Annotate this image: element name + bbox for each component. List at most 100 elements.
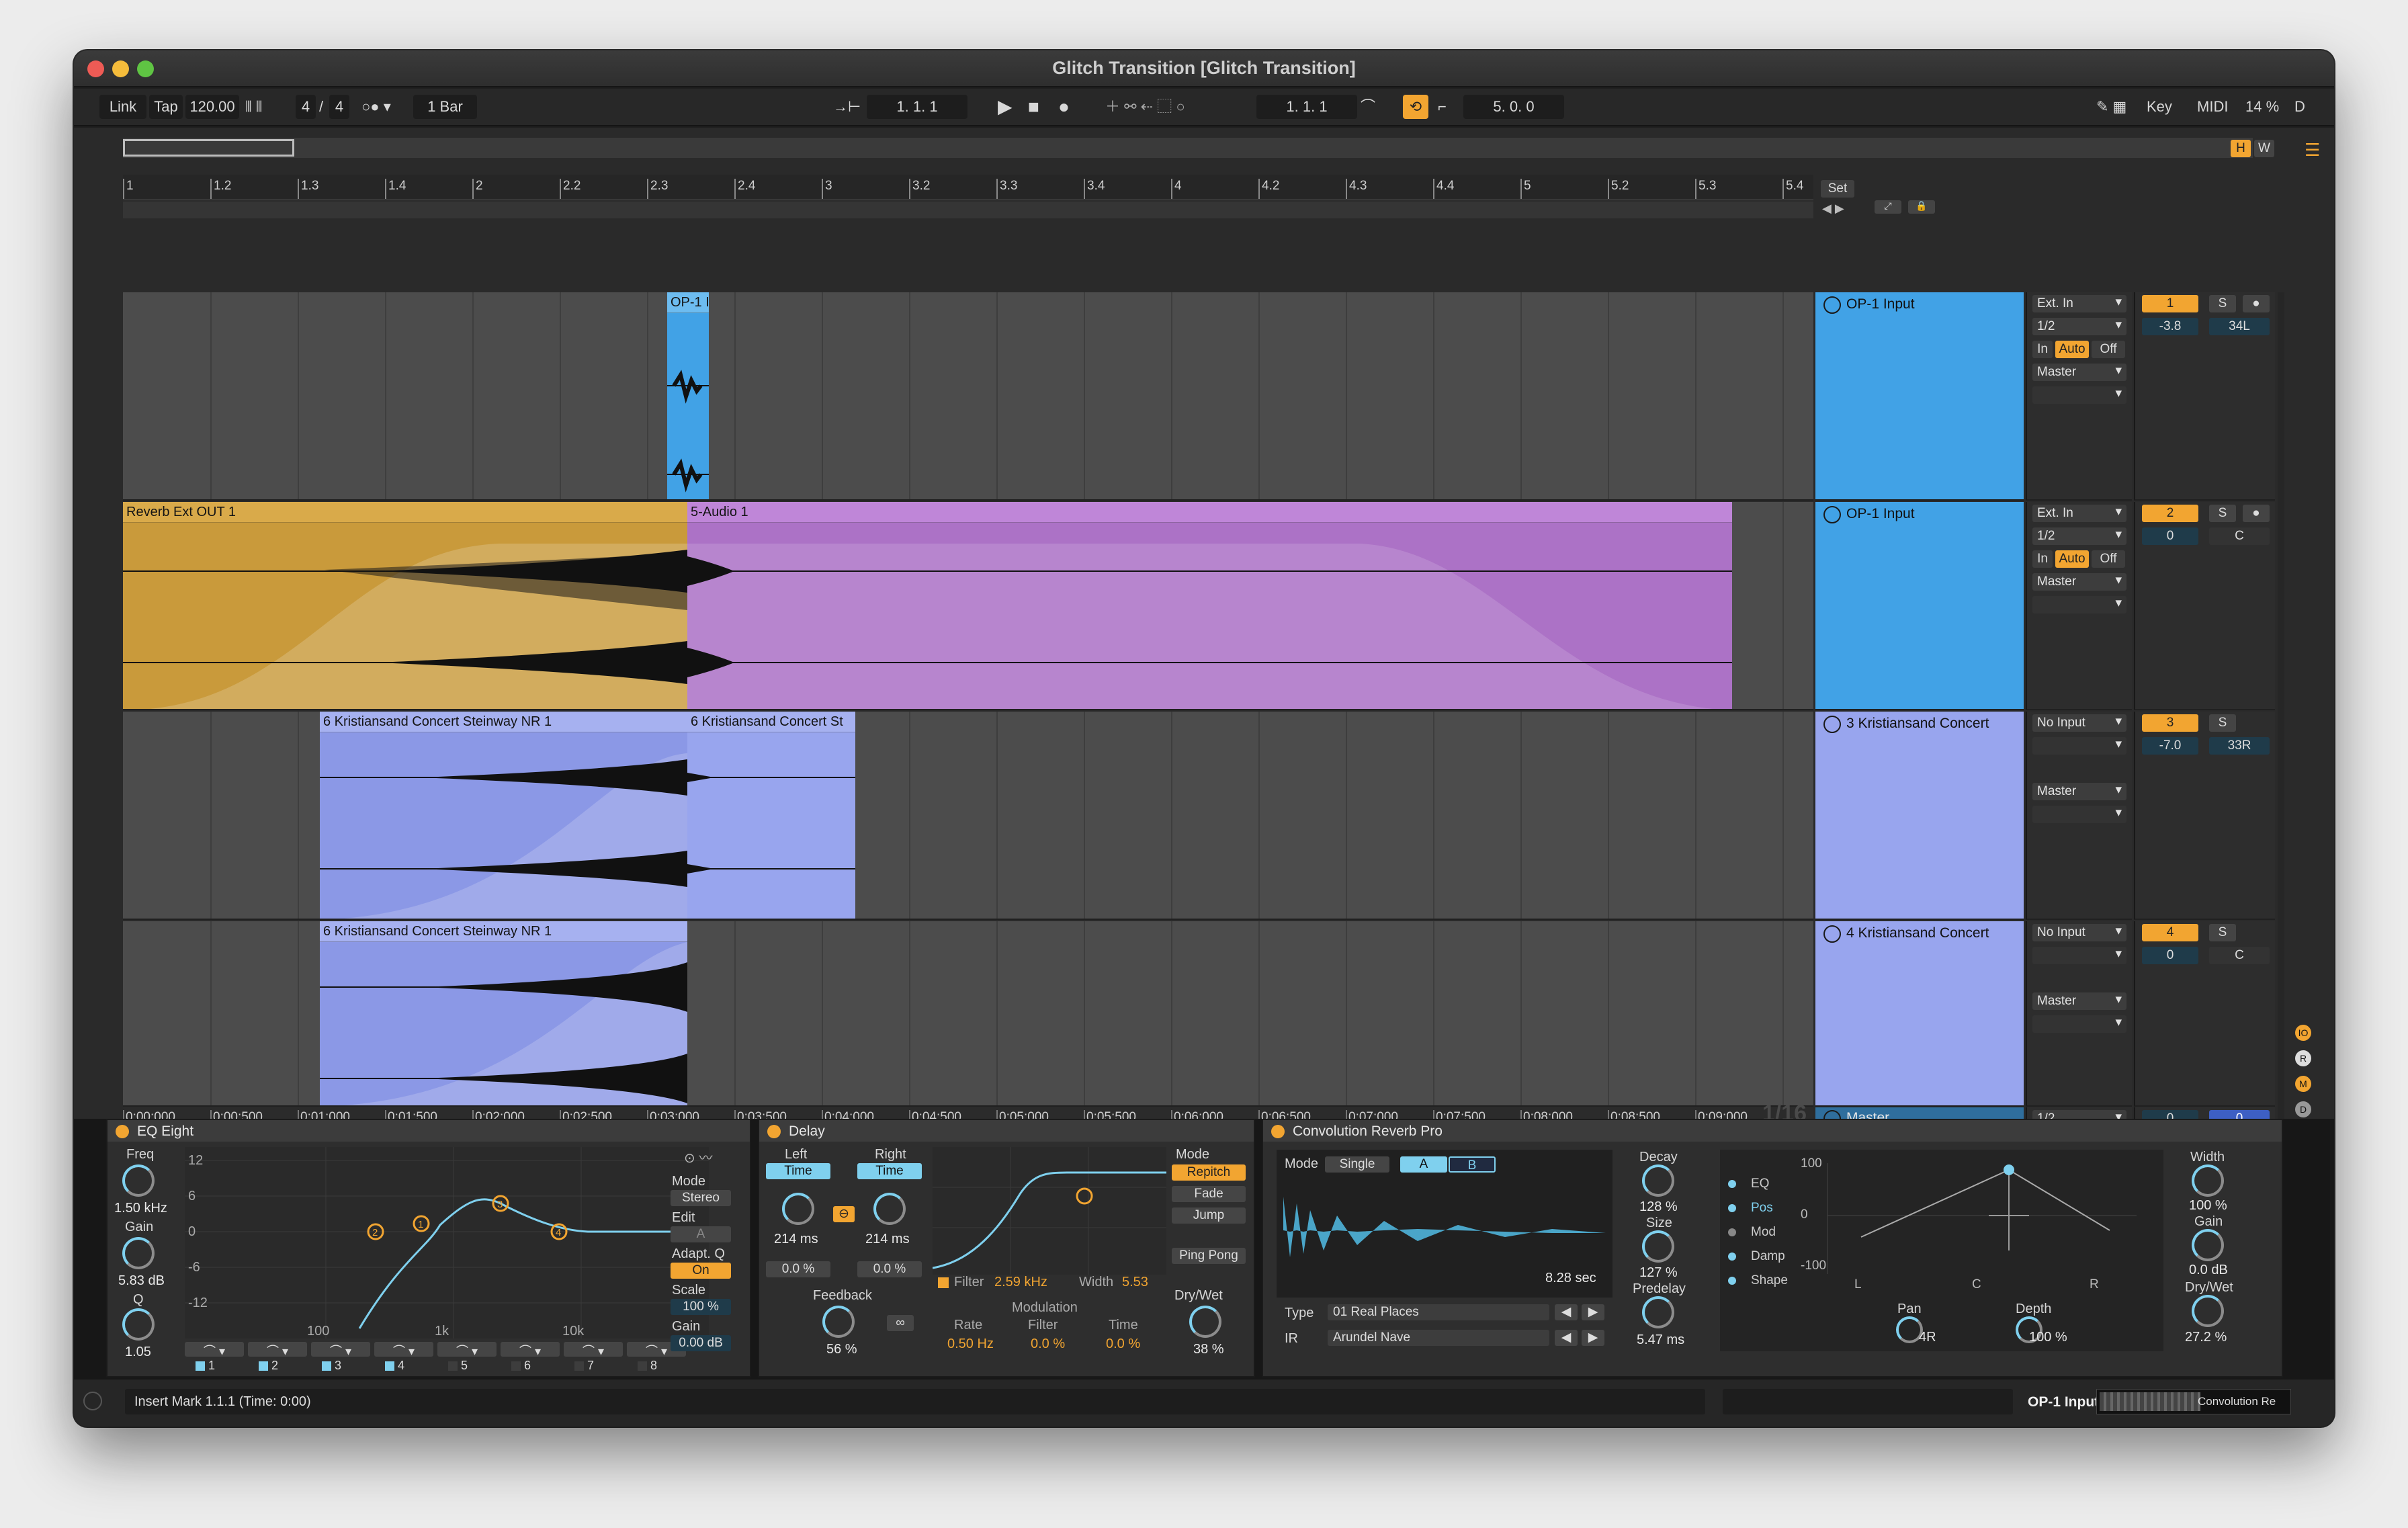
track-lane-4[interactable]: 6 Kristiansand Concert Steinway NR 1 (123, 921, 1813, 1107)
repitch-button[interactable]: Repitch (1172, 1164, 1246, 1181)
position-field[interactable]: 1. 1. 1 (867, 95, 968, 119)
reverb-tab[interactable]: Damp (1720, 1249, 1794, 1273)
filter-freq-value[interactable]: 2.59 kHz (994, 1275, 1047, 1290)
input-type-select[interactable]: No Input (2032, 714, 2126, 732)
edit-a-button[interactable]: A (671, 1226, 731, 1242)
predelay-value[interactable]: 5.47 ms (1637, 1332, 1684, 1348)
audio-clip[interactable]: OP-1 I (667, 292, 709, 499)
drywet-value[interactable]: 38 % (1193, 1342, 1224, 1357)
depth-value[interactable]: 100 % (2029, 1330, 2067, 1345)
output-select[interactable]: Master (2032, 992, 2126, 1010)
left-ms-value[interactable]: 214 ms (774, 1232, 818, 1247)
drywet-value[interactable]: 27.2 % (2185, 1330, 2227, 1345)
filter-shape-icon[interactable]: ⌒ ▾ (564, 1342, 623, 1358)
device-chain-minimap[interactable]: Convolution Re (2096, 1389, 2291, 1414)
pan-field[interactable]: 33R (2209, 737, 2270, 755)
audio-clip[interactable]: 6 Kristiansand Concert Steinway NR 1 (320, 921, 687, 1105)
reverb-tab[interactable]: Shape (1720, 1273, 1794, 1298)
returns-toggle-icon[interactable]: R (2295, 1050, 2311, 1066)
overview-h-button[interactable]: H (2231, 140, 2251, 157)
punch-in-icon[interactable]: ⌒ (1361, 95, 1375, 119)
ir-file-select[interactable]: Arundel Nave (1328, 1330, 1549, 1346)
input-channel-select[interactable]: 1/2 (2032, 527, 2126, 545)
pan-value[interactable]: 4R (1919, 1330, 1936, 1345)
volume-field[interactable]: 0 (2142, 947, 2198, 964)
monitor-auto-button[interactable]: Auto (2055, 341, 2089, 358)
nudge-icons[interactable]: ⦀ ⦀ (245, 95, 262, 119)
scale-field[interactable]: 100 % (671, 1299, 731, 1315)
drywet-knob[interactable] (1189, 1306, 1221, 1338)
type-prev-icon[interactable]: ◀ (1555, 1304, 1578, 1320)
predelay-knob[interactable] (1642, 1296, 1674, 1328)
fold-icon[interactable] (1823, 506, 1841, 523)
loop-toggle-icon[interactable]: ⟲ (1403, 95, 1428, 119)
audio-clip[interactable]: 6 Kristiansand Concert Steinway NR 1 (320, 712, 687, 919)
fold-icon[interactable] (1823, 296, 1841, 314)
right-ms-value[interactable]: 214 ms (865, 1232, 910, 1247)
filter-shape-icon[interactable]: ⌒ ▾ (248, 1342, 307, 1358)
convolution-reverb-device[interactable]: Convolution Reverb Pro Mode Single A B 8… (1262, 1119, 2283, 1377)
volume-field[interactable]: -7.0 (2142, 737, 2198, 755)
tap-button[interactable]: Tap (149, 95, 183, 119)
track-lane-2[interactable]: Reverb Ext OUT 1 5-Audio 1 (123, 502, 1813, 710)
reverb-tab[interactable]: EQ (1720, 1177, 1794, 1201)
track-activator[interactable]: 1 (2142, 295, 2198, 312)
mod-filter-value[interactable]: 0.0 % (1031, 1336, 1065, 1352)
input-type-select[interactable]: Ext. In (2032, 295, 2126, 312)
eq-eight-device[interactable]: EQ Eight Freq 1.50 kHz Gain 5.83 dB Q 1.… (106, 1119, 751, 1377)
type-next-icon[interactable]: ▶ (1582, 1304, 1604, 1320)
arm-button[interactable]: ● (2243, 505, 2270, 522)
punch-out-icon[interactable]: ⌐ (1438, 95, 1447, 119)
band-selector[interactable]: ⌒ ▾ 5 (437, 1342, 497, 1373)
band-enable-toggle[interactable] (574, 1361, 584, 1371)
left-time-button[interactable]: Time (766, 1163, 830, 1179)
device-power-icon[interactable] (767, 1125, 781, 1138)
fold-icon[interactable] (1823, 716, 1841, 733)
input-type-select[interactable]: No Input (2032, 924, 2126, 941)
quantize-select[interactable]: 1 Bar (413, 95, 477, 119)
play-icon[interactable]: ▶ (998, 95, 1013, 119)
metronome-icon[interactable]: ○● ▾ (361, 95, 391, 119)
track-header-1[interactable]: OP-1 Input (1815, 292, 2024, 501)
track-activator[interactable]: 3 (2142, 714, 2198, 732)
track-activator[interactable]: 4 (2142, 924, 2198, 941)
band-enable-toggle[interactable] (259, 1361, 268, 1371)
fold-icon[interactable] (1823, 925, 1841, 943)
ir-display[interactable]: Mode Single A B 8.28 sec (1277, 1150, 1612, 1298)
link-button[interactable]: Link (99, 95, 146, 119)
band-selector[interactable]: ⌒ ▾ 6 (501, 1342, 560, 1373)
audio-clip[interactable]: Reverb Ext OUT 1 (123, 502, 687, 709)
width-value[interactable]: 5.53 (1122, 1275, 1148, 1290)
output-channel-select[interactable] (2032, 1015, 2126, 1033)
decay-value[interactable]: 128 % (1639, 1199, 1678, 1215)
solo-button[interactable]: S (2209, 505, 2236, 522)
signature-numerator[interactable]: 4 (296, 95, 316, 119)
input-channel-select[interactable] (2032, 947, 2126, 964)
track-header-3[interactable]: 3 Kristiansand Concert (1815, 712, 2024, 920)
band-enable-toggle[interactable] (638, 1361, 647, 1371)
beat-time-ruler[interactable]: 1 1.2 1.3 1.4 2 2.2 2.3 2.4 3 3.2 3.3 3.4 4 4.2 4.3 4.4… (123, 175, 1813, 200)
audio-clip[interactable]: 6 Kristiansand Concert St (687, 712, 855, 919)
reverb-tab[interactable]: Pos (1720, 1201, 1794, 1225)
track-header-2[interactable]: OP-1 Input (1815, 502, 2024, 710)
menu-icon[interactable]: ☰ (2305, 140, 2320, 161)
ir-type-select[interactable]: 01 Real Places (1328, 1304, 1549, 1320)
drywet-knob[interactable] (2192, 1295, 2224, 1327)
band-enable-toggle[interactable] (322, 1361, 331, 1371)
filter-shape-icon[interactable]: ⌒ ▾ (185, 1342, 244, 1358)
gain-value[interactable]: 5.83 dB (118, 1273, 165, 1289)
monitor-off-button[interactable]: Off (2092, 550, 2125, 568)
right-delay-knob[interactable] (873, 1193, 906, 1225)
gain-knob[interactable] (122, 1237, 155, 1269)
locator-set-button[interactable]: Set (1821, 180, 1854, 198)
gain-knob[interactable] (2192, 1229, 2224, 1261)
width-value[interactable]: 100 % (2189, 1198, 2227, 1214)
track-activator[interactable]: 2 (2142, 505, 2198, 522)
left-offset-field[interactable]: 0.0 % (766, 1261, 830, 1277)
loop-length-field[interactable]: 5. 0. 0 (1463, 95, 1564, 119)
output-select[interactable]: Master (2032, 783, 2126, 800)
overview-w-button[interactable]: W (2254, 140, 2274, 157)
signature-denominator[interactable]: 4 (329, 95, 349, 119)
eq-graph[interactable]: 1234 1260-6-12100 1k 10k (185, 1147, 709, 1339)
monitor-auto-button[interactable]: Auto (2055, 550, 2089, 568)
